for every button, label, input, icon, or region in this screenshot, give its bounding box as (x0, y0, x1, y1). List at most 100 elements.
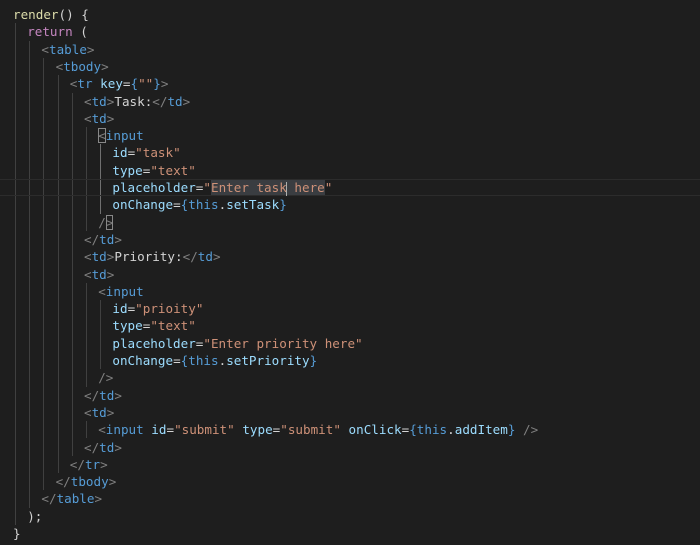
code-token: < (98, 128, 106, 144)
code-line[interactable]: </table> (0, 490, 700, 507)
code-line[interactable]: return ( (0, 23, 700, 40)
code-line[interactable]: id="prioity" (0, 300, 700, 317)
code-line[interactable]: /> (0, 214, 700, 231)
code-token: > (105, 214, 114, 230)
code-line[interactable]: type="text" (0, 162, 700, 179)
code-line[interactable]: ); (0, 508, 700, 525)
code-token: </ (84, 439, 100, 455)
code-token: </ (55, 474, 71, 490)
code-token: Task: (114, 93, 153, 109)
code-token: type (112, 318, 143, 334)
code-line[interactable]: <input (0, 283, 700, 300)
code-line[interactable]: <input (0, 127, 700, 144)
code-line[interactable]: placeholder="Enter task here" (0, 179, 700, 197)
code-line[interactable]: <td>Priority:</td> (0, 248, 700, 265)
code-token: id (151, 422, 167, 438)
code-token: "" (138, 76, 154, 92)
code-token: / (98, 214, 106, 230)
code-token: < (98, 283, 106, 299)
code-line[interactable]: type="text" (0, 317, 700, 334)
code-token: () { (58, 7, 89, 22)
code-token: id (112, 145, 128, 161)
code-token: "task" (135, 145, 181, 161)
code-token: " (324, 180, 333, 195)
code-token: < (84, 93, 92, 109)
code-token: > (94, 491, 103, 507)
code-token: </ (84, 231, 100, 247)
code-line[interactable]: </td> (0, 387, 700, 404)
code-line[interactable]: } (0, 525, 700, 542)
code-line[interactable]: <td> (0, 404, 700, 421)
code-token: Priority: (114, 249, 183, 265)
code-token: { (130, 76, 139, 92)
code-token: } (279, 197, 287, 213)
code-editor[interactable]: render() {return (<table> <tbody> <tr key=… (0, 0, 700, 545)
code-token: placeholder (112, 180, 196, 195)
code-line[interactable]: </td> (0, 439, 700, 456)
code-token: addItem (454, 422, 508, 438)
code-token: < (84, 110, 92, 126)
code-line[interactable]: </td> (0, 231, 700, 248)
code-token: " (203, 180, 211, 195)
code-token: "prioity" (135, 301, 204, 317)
code-token: Enter task (210, 180, 287, 195)
code-token: input (105, 422, 144, 438)
code-token: table (48, 41, 87, 57)
code-token: here (294, 180, 325, 195)
code-token: this (188, 353, 219, 368)
code-line[interactable]: <tr key={""}> (0, 75, 700, 92)
code-token: < (84, 249, 92, 265)
code-token: > (106, 266, 115, 282)
code-line[interactable]: <td>Task:</td> (0, 93, 700, 110)
code-token: td (197, 249, 213, 265)
code-token: < (41, 41, 49, 57)
code-token: onChange (112, 197, 174, 213)
code-token: = (173, 197, 181, 213)
code-token: . (447, 422, 455, 438)
code-token: > (114, 439, 122, 455)
code-token: td (91, 93, 107, 109)
code-token: td (91, 110, 107, 126)
code-token: ); (27, 508, 43, 524)
code-token: placeholder (112, 335, 196, 351)
code-token: > (212, 249, 221, 265)
code-token: input (105, 283, 144, 299)
code-token: < (98, 422, 106, 438)
code-token: > (86, 41, 95, 57)
code-token: } (309, 353, 318, 368)
code-line[interactable]: render() { (0, 6, 700, 23)
code-token: setPriority (226, 353, 310, 368)
code-token: < (84, 266, 92, 282)
code-token: "Enter priority here" (203, 335, 363, 351)
code-token: "submit" (174, 422, 235, 438)
code-token: td (99, 387, 115, 403)
code-token: "submit" (280, 422, 341, 438)
code-token: = (122, 76, 131, 92)
code-token: this (188, 197, 219, 213)
code-token: td (99, 439, 115, 455)
code-token: { (409, 422, 417, 438)
code-token: tbody (70, 474, 109, 490)
code-line[interactable]: <td> (0, 110, 700, 127)
code-line[interactable]: </tbody> (0, 473, 700, 490)
code-token: > (160, 76, 169, 92)
code-token: td (167, 93, 183, 109)
code-token: /> (98, 370, 114, 386)
code-token: key (100, 76, 123, 92)
code-line[interactable]: <td> (0, 266, 700, 283)
code-line[interactable]: placeholder="Enter priority here" (0, 335, 700, 352)
code-token: tr (77, 76, 93, 92)
code-line[interactable]: onChange={this.setPriority} (0, 352, 700, 369)
code-line[interactable]: <table> (0, 41, 700, 58)
code-line[interactable]: <tbody> (0, 58, 700, 75)
code-line[interactable]: onChange={this.setTask} (0, 196, 700, 213)
code-line[interactable]: id="task" (0, 144, 700, 161)
code-line[interactable]: </tr> (0, 456, 700, 473)
code-token: type (242, 422, 273, 438)
code-line[interactable]: /> (0, 369, 700, 386)
code-token: type (112, 162, 143, 178)
code-token: td (91, 266, 107, 282)
code-line[interactable]: <input id="submit" type="submit" onClick… (0, 421, 700, 438)
